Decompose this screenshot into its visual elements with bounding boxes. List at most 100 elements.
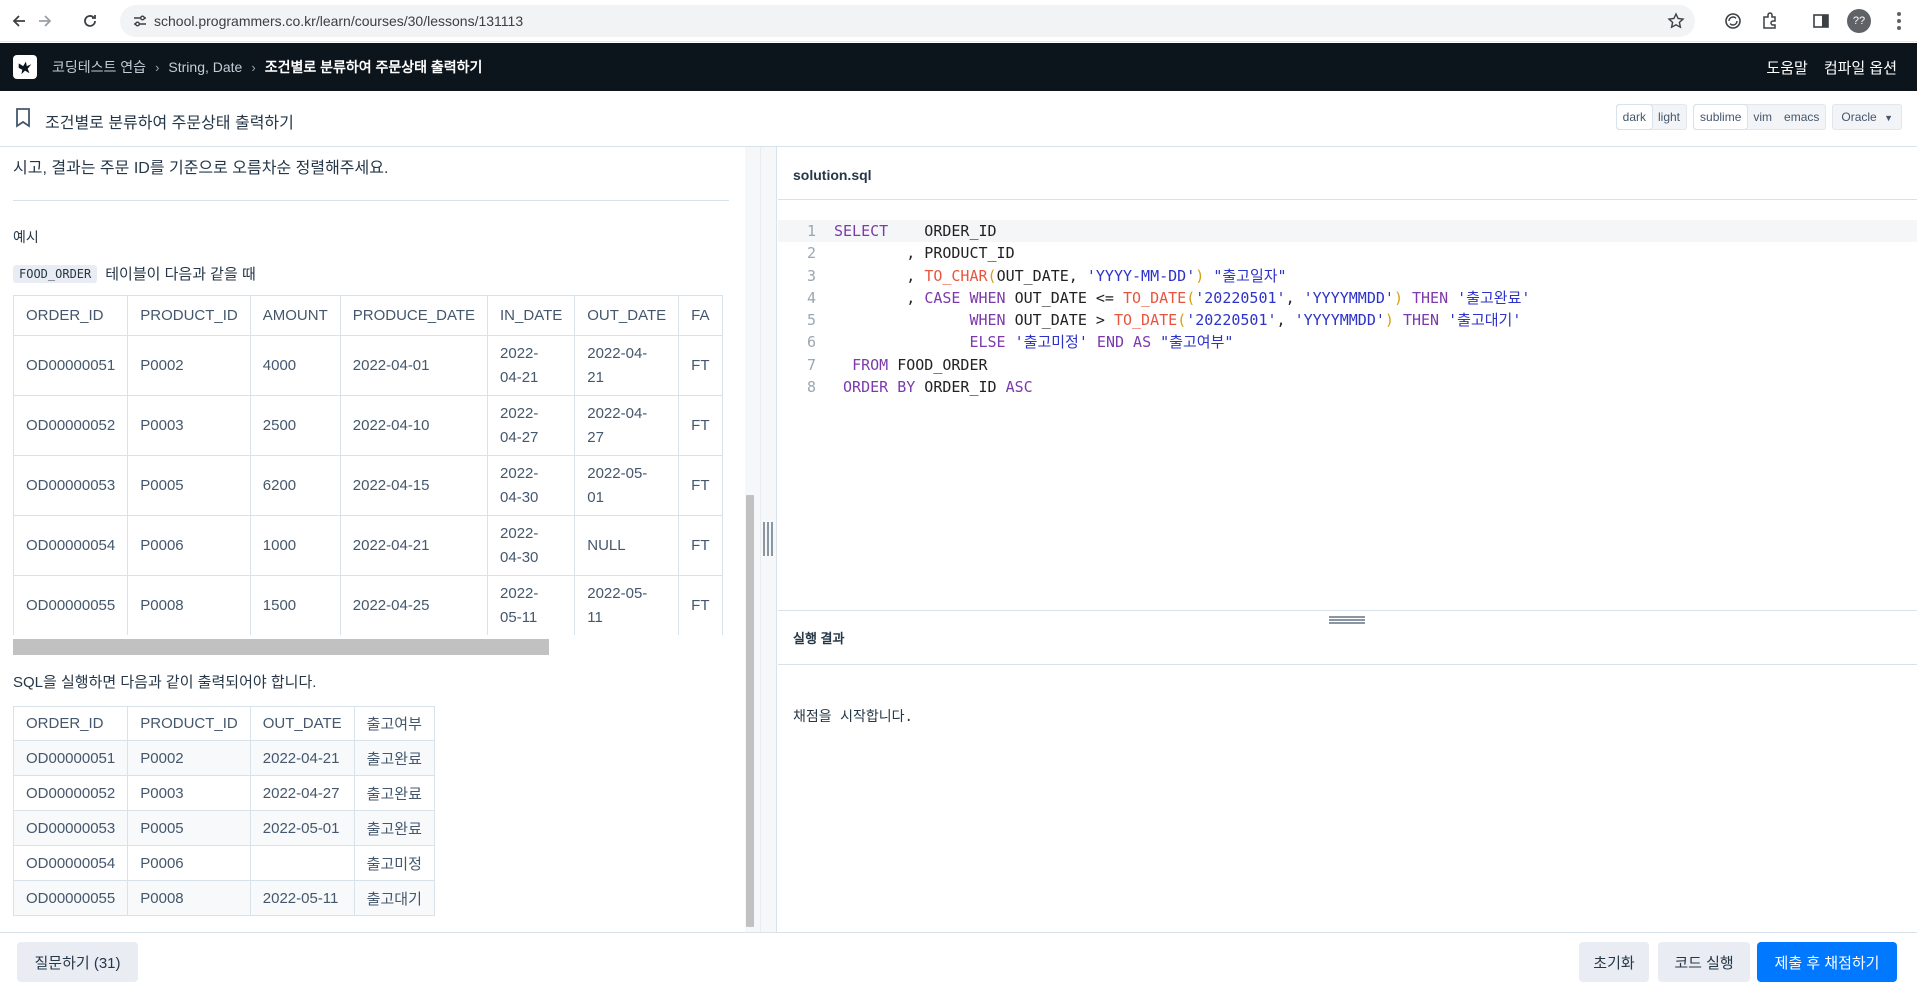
forward-button[interactable]: [33, 9, 57, 33]
food-order-table-column-header: AMOUNT: [249, 295, 341, 336]
help-link[interactable]: 도움말: [1766, 57, 1807, 78]
expected-result-table-cell: OD00000054: [12, 845, 129, 881]
food-order-table-cell: P0005: [127, 455, 251, 516]
line-number: 4: [806, 288, 816, 307]
editor-options: dark light sublime vim emacs Oracle ▼: [1615, 104, 1902, 130]
code-line[interactable]: 5 WHEN OUT_DATE > TO_DATE('20220501', 'Y…: [778, 309, 1917, 331]
expected-result-table-row: OD00000052 P0003 2022-04-27 출고완료: [12, 775, 435, 811]
code-text: FROM FOOD_ORDER: [852, 355, 988, 374]
code-text: ELSE '출고미정' END AS "출고여부": [969, 333, 1234, 352]
code-text: SELECT ORDER_ID: [834, 222, 997, 240]
food-order-table-cell: 2022-04-27: [574, 395, 680, 456]
problem-description-panel[interactable]: 시고, 결과는 주문 ID를 기준으로 오름차순 정렬해주세요. 예시 FOOD…: [0, 147, 760, 932]
line-number: 3: [806, 266, 816, 285]
food-order-table-cell: FT: [678, 455, 723, 516]
food-order-table-cell: FT: [678, 335, 723, 396]
expected-result-table-cell: 2022-04-21: [249, 740, 355, 776]
food-order-table-cell: OD00000051: [13, 335, 129, 396]
sync-extension-icon[interactable]: [1722, 10, 1744, 32]
expected-result-table-row: OD00000054 P0006 출고미정: [12, 845, 435, 881]
food-order-table-cell: P0008: [127, 575, 251, 635]
side-panel-icon[interactable]: [1810, 10, 1832, 32]
divider: [778, 199, 1917, 200]
address-bar[interactable]: school.programmers.co.kr/learn/courses/3…: [120, 5, 1695, 37]
breadcrumb-item-category[interactable]: String, Date: [168, 59, 242, 75]
splitter-grip-icon[interactable]: [763, 522, 773, 556]
breadcrumb-item-current: 조건별로 분류하여 주문상태 출력하기: [264, 59, 483, 75]
breadcrumb-item-coding-test[interactable]: 코딩테스트 연습: [52, 57, 146, 77]
language-select[interactable]: Oracle ▼: [1832, 104, 1902, 130]
extensions-puzzle-icon[interactable]: [1759, 10, 1781, 32]
code-line[interactable]: 4 , CASE WHEN OUT_DATE <= TO_DATE('20220…: [778, 287, 1917, 309]
submit-button[interactable]: 제출 후 채점하기: [1757, 942, 1897, 982]
expected-result-table-cell: P0003: [127, 775, 251, 811]
compile-options-link[interactable]: 컴파일 옵션: [1824, 57, 1897, 78]
expected-result-table-cell: 출고미정: [353, 845, 435, 881]
food-order-table-column-header: PRODUCT_ID: [127, 295, 251, 336]
food-order-table-cell: OD00000055: [13, 575, 129, 635]
food-order-table-cell: 4000: [249, 335, 341, 396]
food-order-table-cell: 2022-05-11: [487, 575, 576, 635]
code-editor[interactable]: solution.sql 1 SELECT ORDER_ID 2 , PRODUCT…: [778, 147, 1917, 610]
code-text: , CASE WHEN OUT_DATE <= TO_DATE('2022050…: [834, 288, 1531, 307]
result-resize-handle-icon[interactable]: [1329, 616, 1365, 624]
back-button[interactable]: [7, 9, 31, 33]
expected-result-table-cell: 출고완료: [353, 775, 435, 811]
food-order-table-cell: OD00000052: [13, 395, 129, 456]
programmers-logo[interactable]: [13, 55, 37, 79]
expected-result-table-cell: 2022-05-11: [249, 880, 355, 916]
horizontal-scrollbar[interactable]: [13, 639, 549, 655]
browser-menu-icon[interactable]: [1889, 10, 1909, 32]
line-number: 6: [806, 333, 816, 352]
url-text: school.programmers.co.kr/learn/courses/3…: [154, 13, 524, 29]
table-intro-text: 테이블이 다음과 같을 때: [105, 266, 256, 283]
food-order-table-row: OD00000054 P0006 1000 2022-04-21 2022- 04-30 N…: [13, 515, 723, 576]
code-line[interactable]: 6 ELSE '출고미정' END AS "출고여부": [778, 331, 1917, 353]
theme-dark-option[interactable]: dark: [1616, 105, 1652, 129]
code-line[interactable]: 3 , TO_CHAR(OUT_DATE, 'YYYY-MM-DD') "출고일…: [778, 265, 1917, 287]
keymap-sublime-option[interactable]: sublime: [1694, 105, 1748, 129]
reload-icon: [84, 15, 96, 27]
keymap-vim-option[interactable]: vim: [1747, 105, 1778, 129]
food-order-table-row: OD00000053 P0005 6200 2022-04-15 2022- 04-30 2…: [13, 455, 723, 516]
run-code-button[interactable]: 코드 실행: [1658, 942, 1750, 982]
food-order-table-cell: FT: [678, 575, 723, 635]
keymap-emacs-option[interactable]: emacs: [1778, 105, 1825, 129]
food-order-table-cell: 2022-04-21: [574, 335, 680, 396]
bookmark-star-icon[interactable]: [1667, 12, 1685, 30]
expected-result-table-cell: 출고완료: [353, 810, 435, 846]
problem-title: 조건별로 분류하여 주문상태 출력하기: [45, 115, 294, 132]
food-order-table-cell: 2022-04-21: [339, 515, 489, 576]
food-order-table-cell: 2022-04-27: [487, 395, 576, 456]
food-order-table-cell: 2500: [249, 395, 341, 456]
footer-bar: 질문하기 (31) 초기화 코드 실행 제출 후 채점하기: [0, 932, 1917, 986]
site-settings-icon[interactable]: [132, 13, 148, 29]
app-header: 코딩테스트 연습 › String, Date › 조건별로 분류하여 주문상태…: [0, 43, 1917, 91]
reload-button[interactable]: [78, 9, 102, 33]
problem-subheader: 조건별로 분류하여 주문상태 출력하기 dark light sublime v…: [0, 91, 1917, 147]
food-order-table-cell: FT: [678, 395, 723, 456]
bookmark-icon[interactable]: [15, 108, 31, 128]
expected-result-table-cell: OD00000053: [12, 810, 129, 846]
vertical-scrollbar-thumb[interactable]: [746, 495, 754, 927]
expected-result-table-cell: [249, 845, 355, 881]
theme-light-option[interactable]: light: [1652, 105, 1686, 129]
food-order-table-cell: 6200: [249, 455, 341, 516]
forward-arrow-icon: [39, 15, 52, 27]
divider: [13, 200, 729, 201]
food-order-table-container[interactable]: ORDER_ID PRODUCT_ID AMOUNT PRODUCE_DATE IN_D…: [13, 295, 729, 635]
code-line[interactable]: 8 ORDER BY ORDER_ID ASC: [778, 376, 1917, 398]
food-order-table-column-header: FA: [678, 295, 723, 336]
profile-avatar[interactable]: ??: [1847, 9, 1871, 33]
food-order-table-cell: P0003: [127, 395, 251, 456]
food-order-table-cell: 1000: [249, 515, 341, 576]
code-line[interactable]: 1 SELECT ORDER_ID: [778, 220, 1917, 243]
reset-button[interactable]: 초기화: [1579, 942, 1649, 982]
food-order-table-cell: P0002: [127, 335, 251, 396]
code-area[interactable]: 1 SELECT ORDER_ID 2 , PRODUCT_ID 3 , TO_CHA…: [778, 220, 1917, 398]
code-line[interactable]: 2 , PRODUCT_ID: [778, 242, 1917, 264]
food-order-table-cell: P0006: [127, 515, 251, 576]
ask-question-button[interactable]: 질문하기 (31): [17, 942, 138, 982]
code-line[interactable]: 7 FROM FOOD_ORDER: [778, 354, 1917, 376]
food-order-table-cell: 2022-05-11: [574, 575, 680, 635]
